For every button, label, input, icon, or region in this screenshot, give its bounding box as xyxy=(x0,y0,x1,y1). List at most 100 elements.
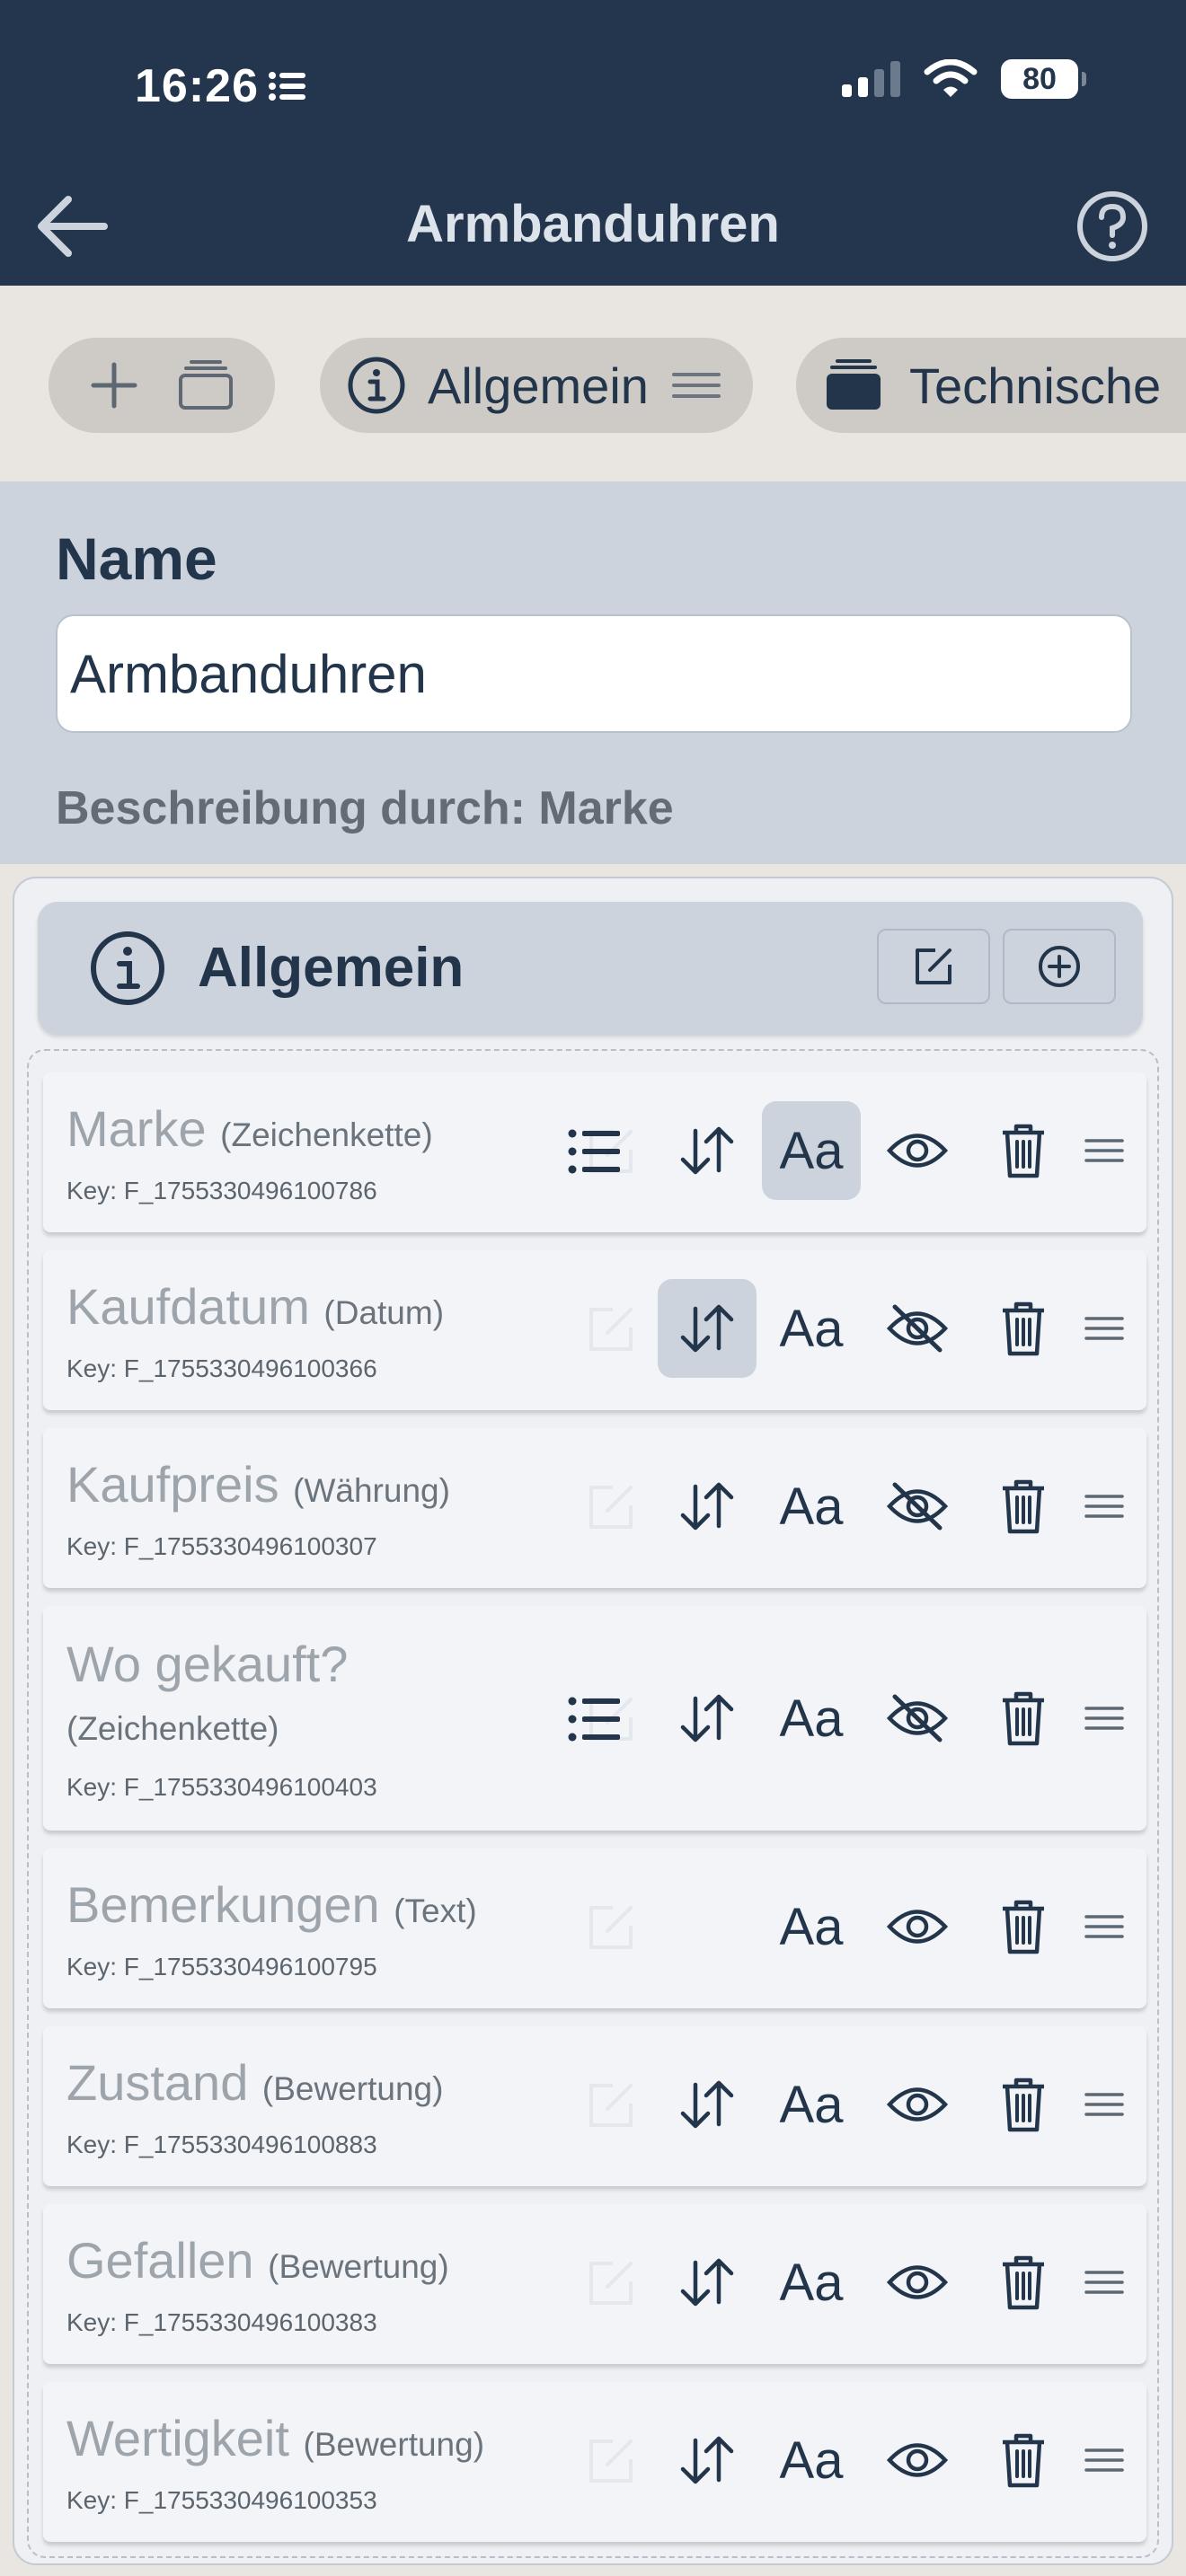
edit-group-button[interactable] xyxy=(877,929,990,1004)
field-name: Kaufpreis (Währung) xyxy=(66,1455,450,1513)
group-header: Allgemein xyxy=(38,902,1143,1035)
add-field-button[interactable] xyxy=(1003,929,1116,1004)
sort-arrows-icon[interactable] xyxy=(658,1279,757,1378)
eye-off-icon[interactable] xyxy=(868,1457,967,1556)
field-key: Key: F_1755330496100795 xyxy=(66,1953,377,1981)
eye-icon[interactable] xyxy=(868,1101,967,1200)
cellular-signal-icon xyxy=(842,61,900,97)
eye-icon[interactable] xyxy=(868,2055,967,2154)
text-style-button[interactable]: Aa xyxy=(762,2411,861,2510)
sort-arrows-icon[interactable] xyxy=(658,2233,757,2332)
status-time-text: 16:26 xyxy=(135,60,259,112)
eye-off-icon[interactable] xyxy=(868,1669,967,1768)
text-style-label: Aa xyxy=(779,2075,844,2134)
text-style-label: Aa xyxy=(779,2430,844,2490)
field-key: Key: F_1755330496100353 xyxy=(66,2486,377,2514)
field-name-text: Bemerkungen xyxy=(66,1876,380,1933)
eye-icon[interactable] xyxy=(868,2233,967,2332)
field-group-card: Allgemein Marke (Zeichenkette) Key: F_175… xyxy=(13,877,1173,2565)
field-actions: Aa xyxy=(559,2411,1143,2510)
field-actions: Aa xyxy=(559,2055,1143,2154)
field-actions: Aa xyxy=(559,1101,1143,1200)
sort-arrows-icon[interactable] xyxy=(658,1669,757,1768)
text-style-button[interactable]: Aa xyxy=(762,1279,861,1378)
edit-icon xyxy=(559,2411,658,2510)
drag-handle-icon[interactable] xyxy=(1055,1877,1154,1976)
drag-handle-icon[interactable] xyxy=(1055,1279,1154,1378)
sort-arrows-icon[interactable] xyxy=(658,1101,757,1200)
field-name-text: Zustand xyxy=(66,2054,249,2111)
field-name: Bemerkungen (Text) xyxy=(66,1875,477,1934)
plus-icon[interactable] xyxy=(88,359,140,411)
plus-circle-icon xyxy=(1039,946,1080,987)
tab-allgemein-label: Allgemein xyxy=(428,357,649,414)
field-name-text: Marke xyxy=(66,1100,207,1157)
name-input[interactable] xyxy=(56,614,1132,733)
text-style-button[interactable]: Aa xyxy=(762,1457,861,1556)
wifi-icon xyxy=(924,59,978,97)
drag-handle-icon[interactable] xyxy=(1055,2055,1154,2154)
field-type: (Zeichenkette) xyxy=(66,1710,279,1747)
field-name: Wertigkeit (Bewertung) xyxy=(66,2409,484,2467)
field-row[interactable]: Bemerkungen (Text) Key: F_175533049610079… xyxy=(43,1848,1146,2008)
text-style-button[interactable]: Aa xyxy=(762,2233,861,2332)
drag-handle-icon[interactable] xyxy=(1055,1669,1154,1768)
edit-icon xyxy=(559,1279,658,1378)
drag-handle-icon[interactable] xyxy=(1055,2411,1154,2510)
question-circle-icon[interactable] xyxy=(1075,189,1150,264)
edit-icon xyxy=(589,2262,633,2305)
eye-icon[interactable] xyxy=(868,2411,967,2510)
field-actions: Aa xyxy=(559,1877,1143,1976)
drag-handle-icon[interactable] xyxy=(1055,1457,1154,1556)
name-section: Name Beschreibung durch: Marke xyxy=(0,481,1186,864)
text-style-button[interactable]: Aa xyxy=(762,1669,861,1768)
text-style-button[interactable]: Aa xyxy=(762,2055,861,2154)
text-style-label: Aa xyxy=(779,1477,844,1536)
field-name: Gefallen (Bewertung) xyxy=(66,2231,449,2289)
info-circle-icon xyxy=(91,931,164,1005)
edit-icon xyxy=(559,1877,658,1976)
tab-allgemein[interactable]: Allgemein xyxy=(320,338,753,433)
field-name: Kaufdatum (Datum) xyxy=(66,1277,444,1336)
text-style-label: Aa xyxy=(779,1299,844,1358)
field-type: (Bewertung) xyxy=(261,2070,444,2107)
field-name-text: Wertigkeit xyxy=(66,2410,289,2466)
description-text[interactable]: Beschreibung durch: Marke xyxy=(56,781,674,835)
field-row[interactable]: Wertigkeit (Bewertung) Key: F_17553304961… xyxy=(43,2382,1146,2542)
edit-icon xyxy=(589,1906,633,1949)
field-actions: Aa xyxy=(559,1279,1143,1378)
field-row[interactable]: Kaufdatum (Datum) Key: F_1755330496100366… xyxy=(43,1250,1146,1410)
edit-icon xyxy=(589,1308,633,1351)
field-row[interactable]: Gefallen (Bewertung) Key: F_1755330496100… xyxy=(43,2204,1146,2364)
eye-icon[interactable] xyxy=(868,1877,967,1976)
field-type: (Bewertung) xyxy=(268,2248,449,2285)
field-actions: Aa xyxy=(559,1669,1143,1768)
field-row[interactable]: Zustand (Bewertung) Key: F_17553304961008… xyxy=(43,2026,1146,2186)
drag-handle-icon[interactable] xyxy=(1055,1101,1154,1200)
field-type: (Text) xyxy=(394,1892,477,1929)
drag-handle-icon[interactable] xyxy=(1055,2233,1154,2332)
sort-arrows-icon[interactable] xyxy=(658,1457,757,1556)
edit-icon xyxy=(589,2439,633,2483)
stack-icon[interactable] xyxy=(175,357,236,413)
tab-technische-label: Technische xyxy=(909,357,1162,414)
field-name-text: Kaufdatum xyxy=(66,1278,310,1335)
screen: 16:26 80 Armbanduhren Allgemein Technisc… xyxy=(0,0,1186,2576)
field-name: Marke (Zeichenkette) xyxy=(66,1099,433,1158)
field-row[interactable]: Marke (Zeichenkette) Key: F_1755330496100… xyxy=(43,1072,1146,1232)
list-icon[interactable] xyxy=(559,1669,658,1768)
field-row[interactable]: Kaufpreis (Währung) Key: F_17553304961003… xyxy=(43,1428,1146,1588)
list-icon[interactable] xyxy=(559,1101,658,1200)
eye-off-icon[interactable] xyxy=(868,1279,967,1378)
focus-list-icon xyxy=(269,72,305,101)
field-row[interactable]: Wo gekauft? (Zeichenkette) Key: F_17553304… xyxy=(43,1606,1146,1831)
sort-arrows-icon[interactable] xyxy=(658,2055,757,2154)
text-style-button[interactable]: Aa xyxy=(762,1101,861,1200)
page-title: Armbanduhren xyxy=(406,195,780,253)
info-circle-icon xyxy=(348,357,405,414)
text-style-button[interactable]: Aa xyxy=(762,1877,861,1976)
drag-handle-icon[interactable] xyxy=(670,370,722,401)
sort-arrows-icon[interactable] xyxy=(658,2411,757,2510)
tab-technische[interactable]: Technische xyxy=(796,338,1186,433)
field-list: Marke (Zeichenkette) Key: F_1755330496100… xyxy=(27,1049,1159,2558)
